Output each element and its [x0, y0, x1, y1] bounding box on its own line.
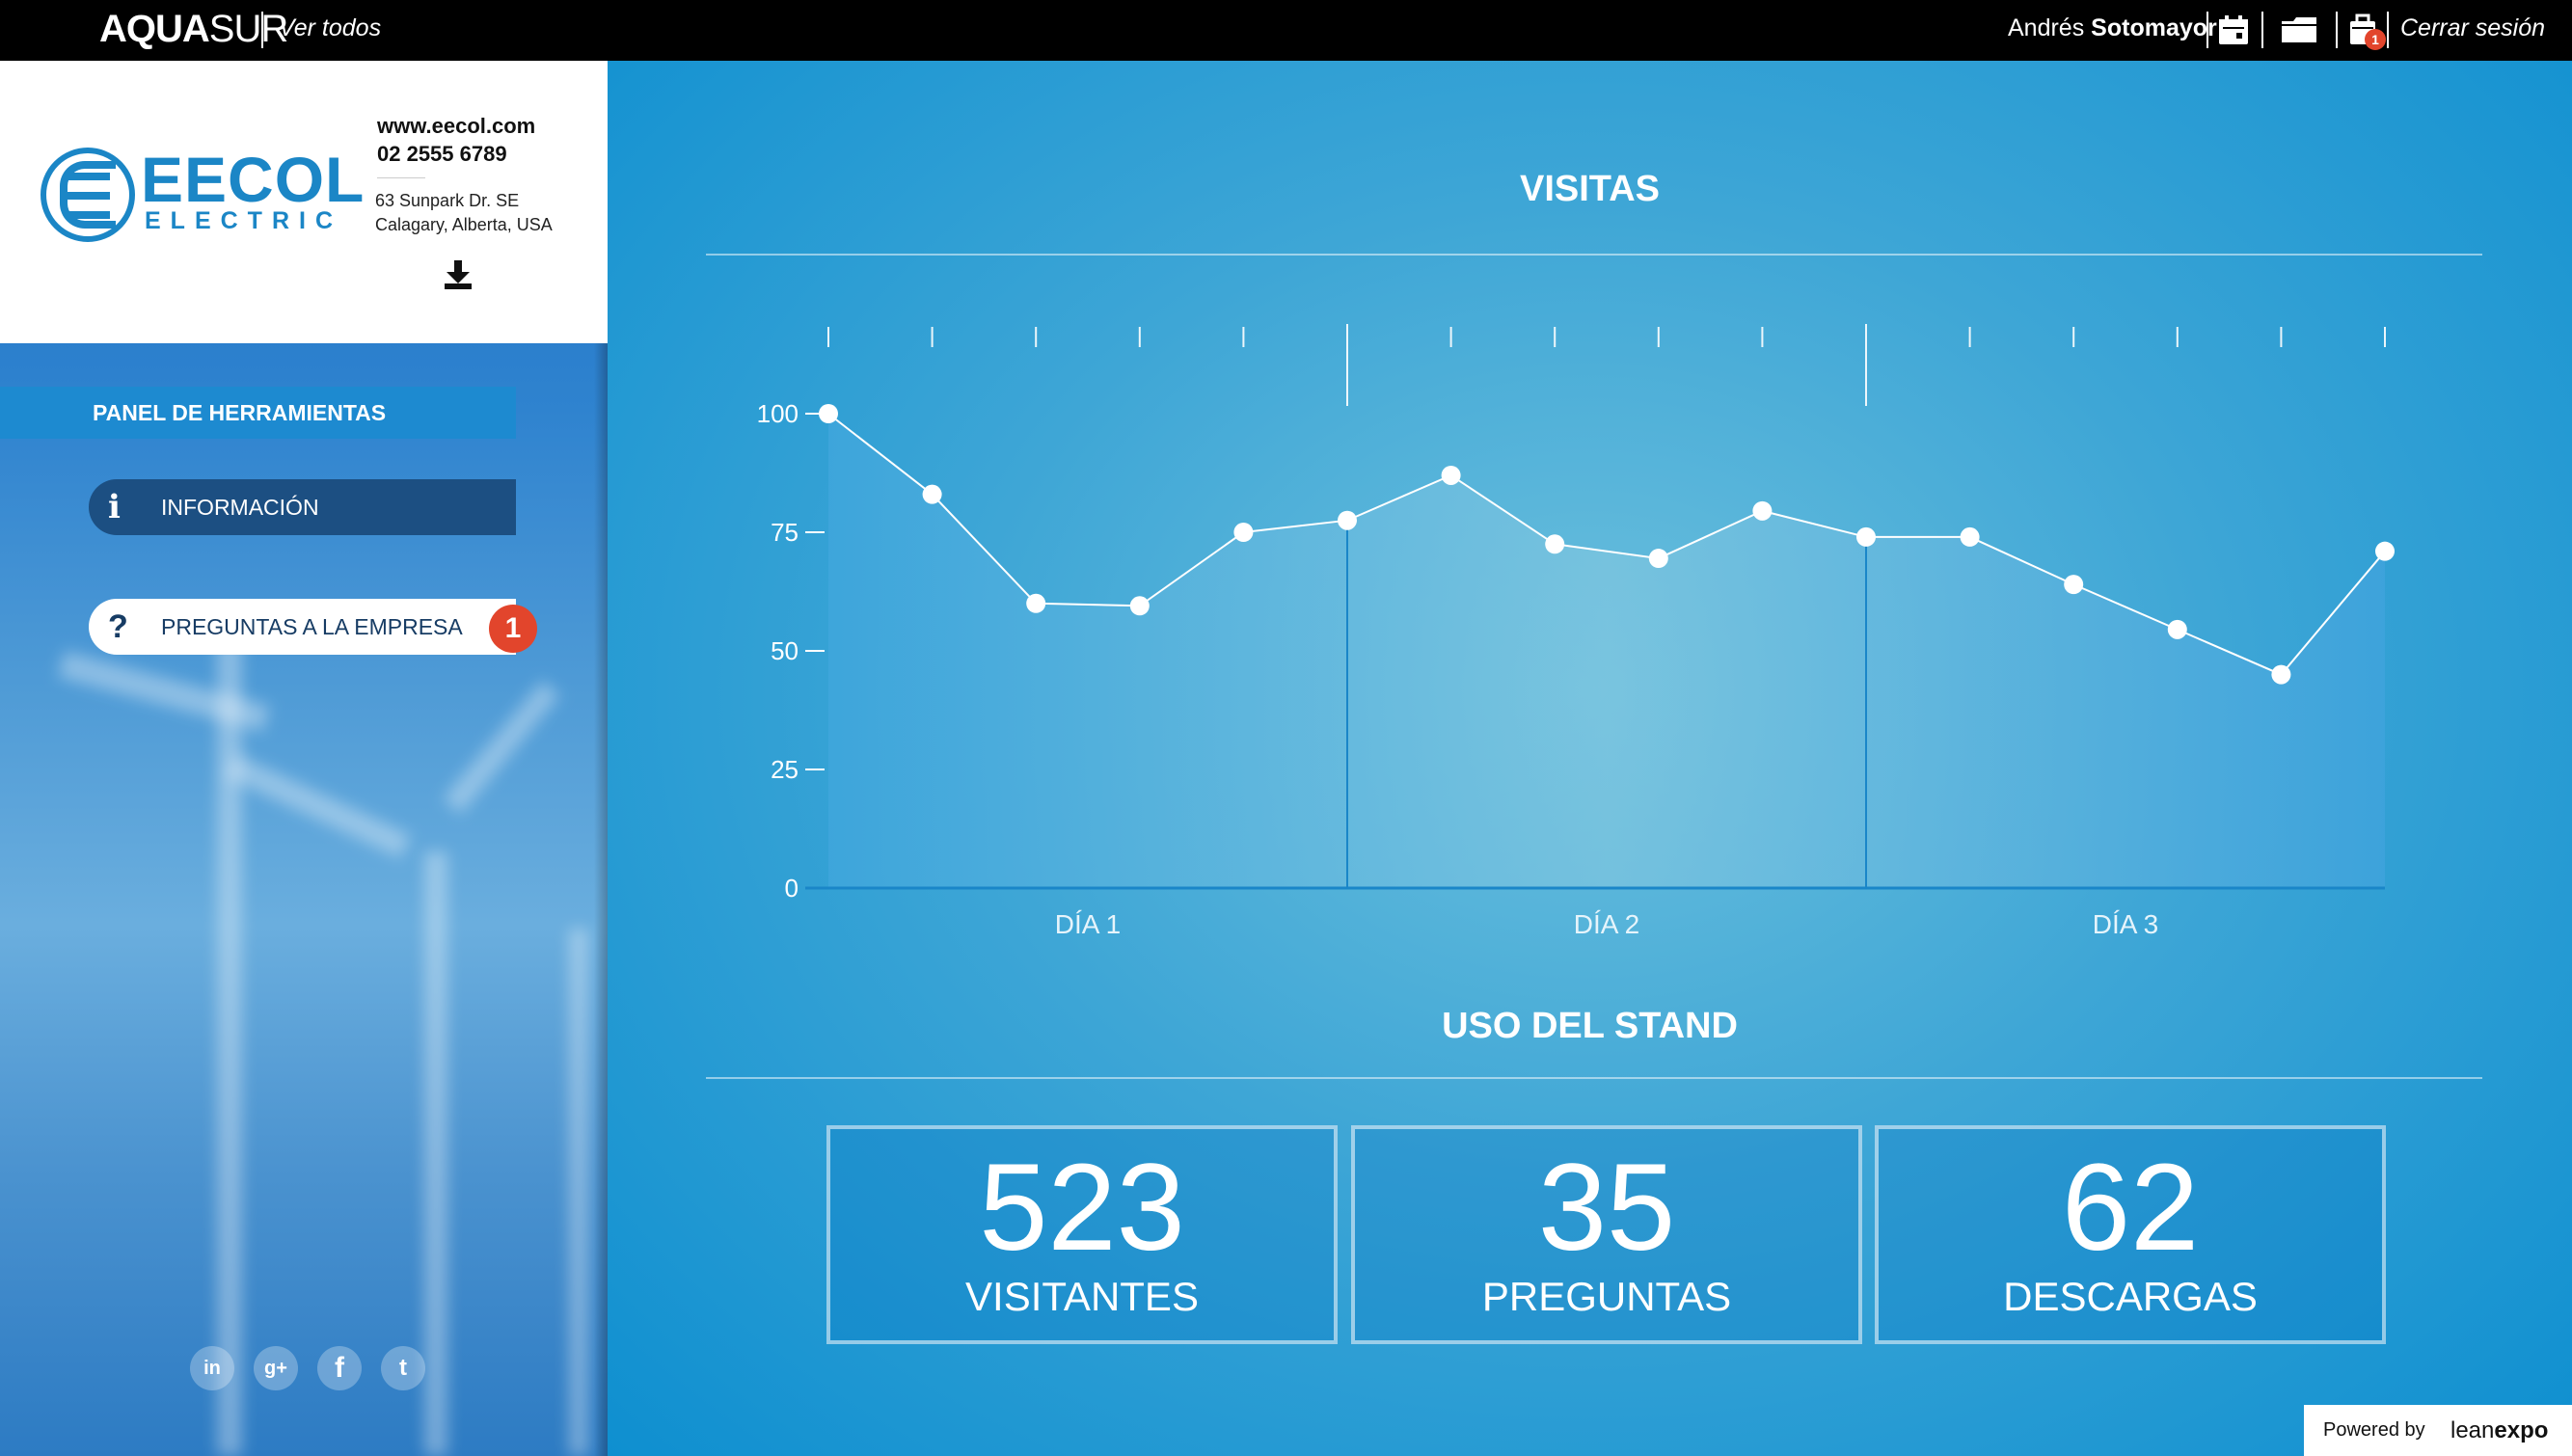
company-card: EECOL ELECTRIC www.eecol.com 02 2555 678…: [0, 61, 608, 343]
vendor-logo: leanexpo: [2450, 1405, 2548, 1456]
company-logo-sub: ELECTRIC: [145, 207, 342, 234]
view-all-link[interactable]: Ver todos: [279, 14, 381, 42]
linkedin-icon[interactable]: in: [190, 1346, 234, 1390]
company-phone: 02 2555 6789: [377, 142, 507, 166]
divider: [2336, 12, 2338, 48]
logout-link[interactable]: Cerrar sesión: [2400, 14, 2545, 42]
stat-value: 35: [1537, 1139, 1676, 1277]
brand-light: SUR: [208, 8, 288, 50]
google-plus-icon[interactable]: g+: [254, 1346, 298, 1390]
y-axis-tick-label: 0: [785, 874, 799, 903]
question-icon: ?: [108, 608, 128, 645]
divider: [2261, 12, 2263, 48]
data-point: [1338, 510, 1357, 530]
sidebar-item-label: INFORMACIÓN: [161, 495, 319, 520]
user-first-name: Andrés: [2008, 14, 2085, 41]
top-bar: AQUASUR Ver todos Andrés Sotomayor 1 Cer…: [0, 0, 2572, 61]
data-point: [1960, 526, 1980, 547]
main-content: VISITAS 0 25 50 75 100 DÍA 1 DÍA 2 DÍA 3 USO DE…: [608, 61, 2572, 1456]
y-axis-tick-label: 75: [771, 518, 799, 547]
data-point: [2167, 619, 2187, 639]
sidebar-item-preguntas[interactable]: ? PREGUNTAS A LA EMPRESA: [89, 599, 516, 655]
cart-badge: 1: [2365, 29, 2386, 50]
sidebar-item-label: PREGUNTAS A LA EMPRESA: [161, 614, 463, 639]
data-point: [1026, 593, 1046, 613]
twitter-icon[interactable]: t: [381, 1346, 425, 1390]
company-website[interactable]: www.eecol.com: [377, 114, 535, 139]
data-point: [922, 484, 942, 504]
stat-value: 62: [2061, 1139, 2200, 1277]
stat-visitantes: 523 VISITANTES: [826, 1125, 1338, 1344]
y-axis-tick-label: 50: [771, 636, 799, 665]
sidebar-item-informacion[interactable]: i INFORMACIÓN: [89, 479, 516, 535]
data-point: [2375, 541, 2395, 561]
company-logo-word: EECOL: [141, 144, 365, 215]
data-point: [1752, 500, 1773, 521]
download-icon[interactable]: [443, 258, 474, 291]
stat-label: VISITANTES: [965, 1274, 1199, 1319]
user-last-name: Sotomayor: [2091, 14, 2217, 41]
vendor-light: lean: [2450, 1417, 2495, 1443]
data-point: [1648, 549, 1668, 569]
data-point: [819, 404, 838, 423]
data-point: [2064, 575, 2084, 595]
sidebar: EECOL ELECTRIC www.eecol.com 02 2555 678…: [0, 61, 608, 1456]
turbine-tower: [569, 929, 588, 1456]
panel-title: PANEL DE HERRAMIENTAS: [0, 387, 516, 439]
stat-label: DESCARGAS: [2003, 1274, 2258, 1319]
info-icon: i: [108, 488, 121, 526]
data-point: [1129, 596, 1150, 616]
usage-title: USO DEL STAND: [1442, 1006, 1738, 1046]
y-axis-tick-label: 100: [757, 399, 799, 428]
calendar-icon[interactable]: [2217, 13, 2250, 46]
brand-logo[interactable]: AQUASUR: [99, 8, 288, 51]
powered-by-label: Powered by: [2323, 1419, 2425, 1441]
company-logo-mark: [41, 148, 135, 242]
stat-descargas: 62 DESCARGAS: [1875, 1125, 2386, 1344]
divider: [2207, 12, 2208, 48]
facebook-icon[interactable]: f: [317, 1346, 362, 1390]
data-point: [1856, 526, 1876, 547]
turbine-blade: [443, 681, 560, 814]
divider: [377, 177, 425, 178]
data-point: [1233, 523, 1254, 542]
stat-label: PREGUNTAS: [1481, 1274, 1732, 1319]
divider: [261, 12, 263, 48]
divider: [706, 1077, 2482, 1079]
brand-bold: AQUA: [99, 8, 210, 50]
turbine-tower: [424, 851, 447, 1456]
data-point: [1441, 465, 1461, 485]
data-point: [2271, 664, 2291, 685]
x-axis-day-label: DÍA 1: [1055, 909, 1121, 939]
x-axis-day-label: DÍA 3: [2093, 909, 2158, 939]
chart-area: [828, 414, 2385, 888]
vendor-bold: expo: [2494, 1417, 2549, 1443]
x-axis-day-label: DÍA 2: [1574, 909, 1639, 939]
y-axis-tick-label: 25: [771, 755, 799, 784]
data-point: [1545, 534, 1565, 554]
user-name[interactable]: Andrés Sotomayor: [2008, 14, 2217, 42]
powered-by-badge[interactable]: Powered by leanexpo: [2304, 1405, 2572, 1456]
company-address-line1: 63 Sunpark Dr. SE: [375, 191, 520, 210]
questions-badge: 1: [489, 605, 537, 653]
stat-value: 523: [979, 1139, 1185, 1277]
company-address-line2: Calagary, Alberta, USA: [375, 215, 553, 234]
divider: [2387, 12, 2389, 48]
folder-icon[interactable]: [2280, 13, 2318, 46]
turbine-blade: [225, 753, 412, 859]
stat-preguntas: 35 PREGUNTAS: [1351, 1125, 1862, 1344]
